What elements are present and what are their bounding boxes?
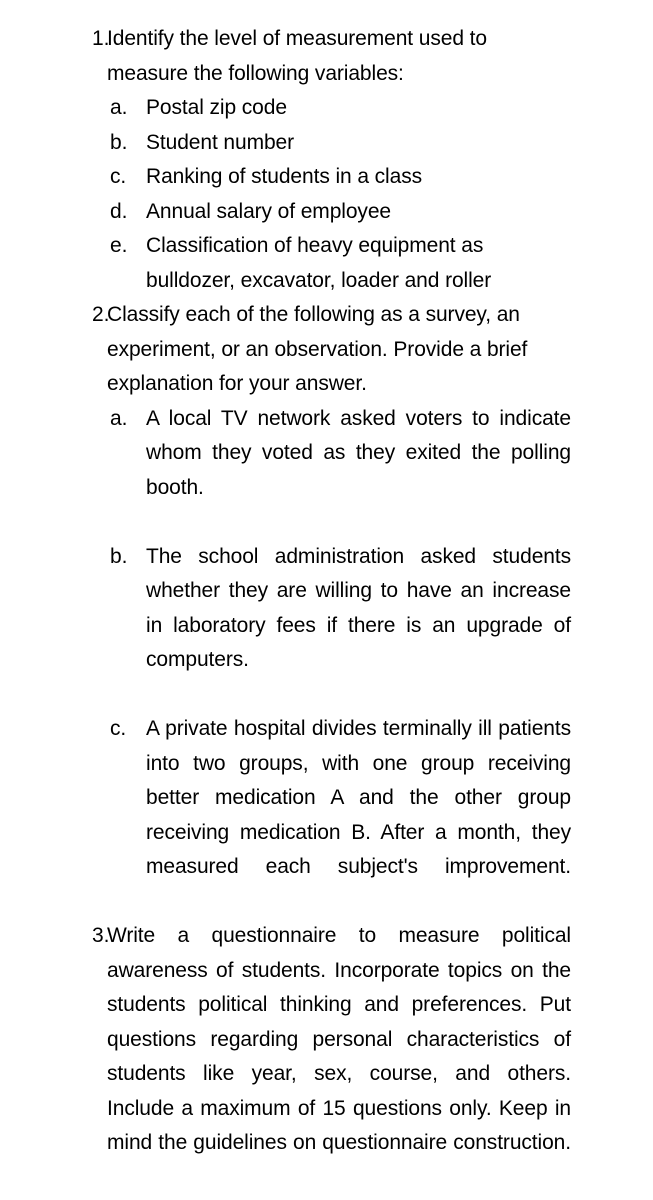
sub-item: a. A local TV network asked voters to in… <box>110 402 571 540</box>
question-marker: 1. <box>92 27 110 50</box>
worksheet-page: 1. Identify the level of measurement use… <box>0 0 653 1200</box>
sub-item-marker: b. <box>110 130 128 154</box>
sub-item-marker: c. <box>110 717 127 740</box>
question-text: Classify each of the following as a surv… <box>107 303 528 395</box>
sub-item: a. Postal zip code <box>110 91 571 126</box>
sub-item-text: A private hospital divides terminally il… <box>146 717 571 878</box>
question-item: 3. Write a questionnaire to measure poli… <box>92 919 571 1195</box>
question-text: Identify the level of measurement used t… <box>107 27 487 85</box>
sub-item-text: A local TV network asked voters to indic… <box>146 406 571 499</box>
sub-item-text: Classification of heavy equipment as bul… <box>146 234 492 292</box>
question-body: 2. Classify each of the following as a s… <box>92 298 571 402</box>
sub-item: b. Student number <box>110 126 571 161</box>
sub-item-marker: a. <box>110 406 128 430</box>
sub-item: b. The school administration asked stude… <box>110 540 571 713</box>
question-text: Write a questionnaire to measure politic… <box>107 924 571 1154</box>
sub-item: d. Annual salary of employee <box>110 195 571 230</box>
sub-item-text: The school administration asked students… <box>146 544 571 672</box>
sub-item-text: Postal zip code <box>146 96 287 119</box>
sub-item-text: Student number <box>146 130 295 154</box>
question-body: 1. Identify the level of measurement use… <box>92 22 571 91</box>
question-marker: 2. <box>92 303 110 326</box>
sub-item: c. A private hospital divides terminally… <box>110 712 571 919</box>
question-marker: 3. <box>92 924 110 947</box>
sub-item-marker: e. <box>110 234 128 257</box>
sub-item-marker: b. <box>110 544 128 568</box>
sub-item-marker: a. <box>110 96 128 119</box>
sub-item-marker: d. <box>110 199 128 223</box>
sub-item-text: Ranking of students in a class <box>146 165 422 188</box>
question-body: 3. Write a questionnaire to measure poli… <box>92 919 571 1195</box>
sub-item-marker: c. <box>110 165 127 188</box>
sub-item-text: Annual salary of employee <box>146 199 391 223</box>
question-item: 1. Identify the level of measurement use… <box>92 22 571 298</box>
sub-item: e. Classification of heavy equipment as … <box>110 229 571 298</box>
sub-item: c. Ranking of students in a class <box>110 160 571 195</box>
question-item: 2. Classify each of the following as a s… <box>92 298 571 919</box>
